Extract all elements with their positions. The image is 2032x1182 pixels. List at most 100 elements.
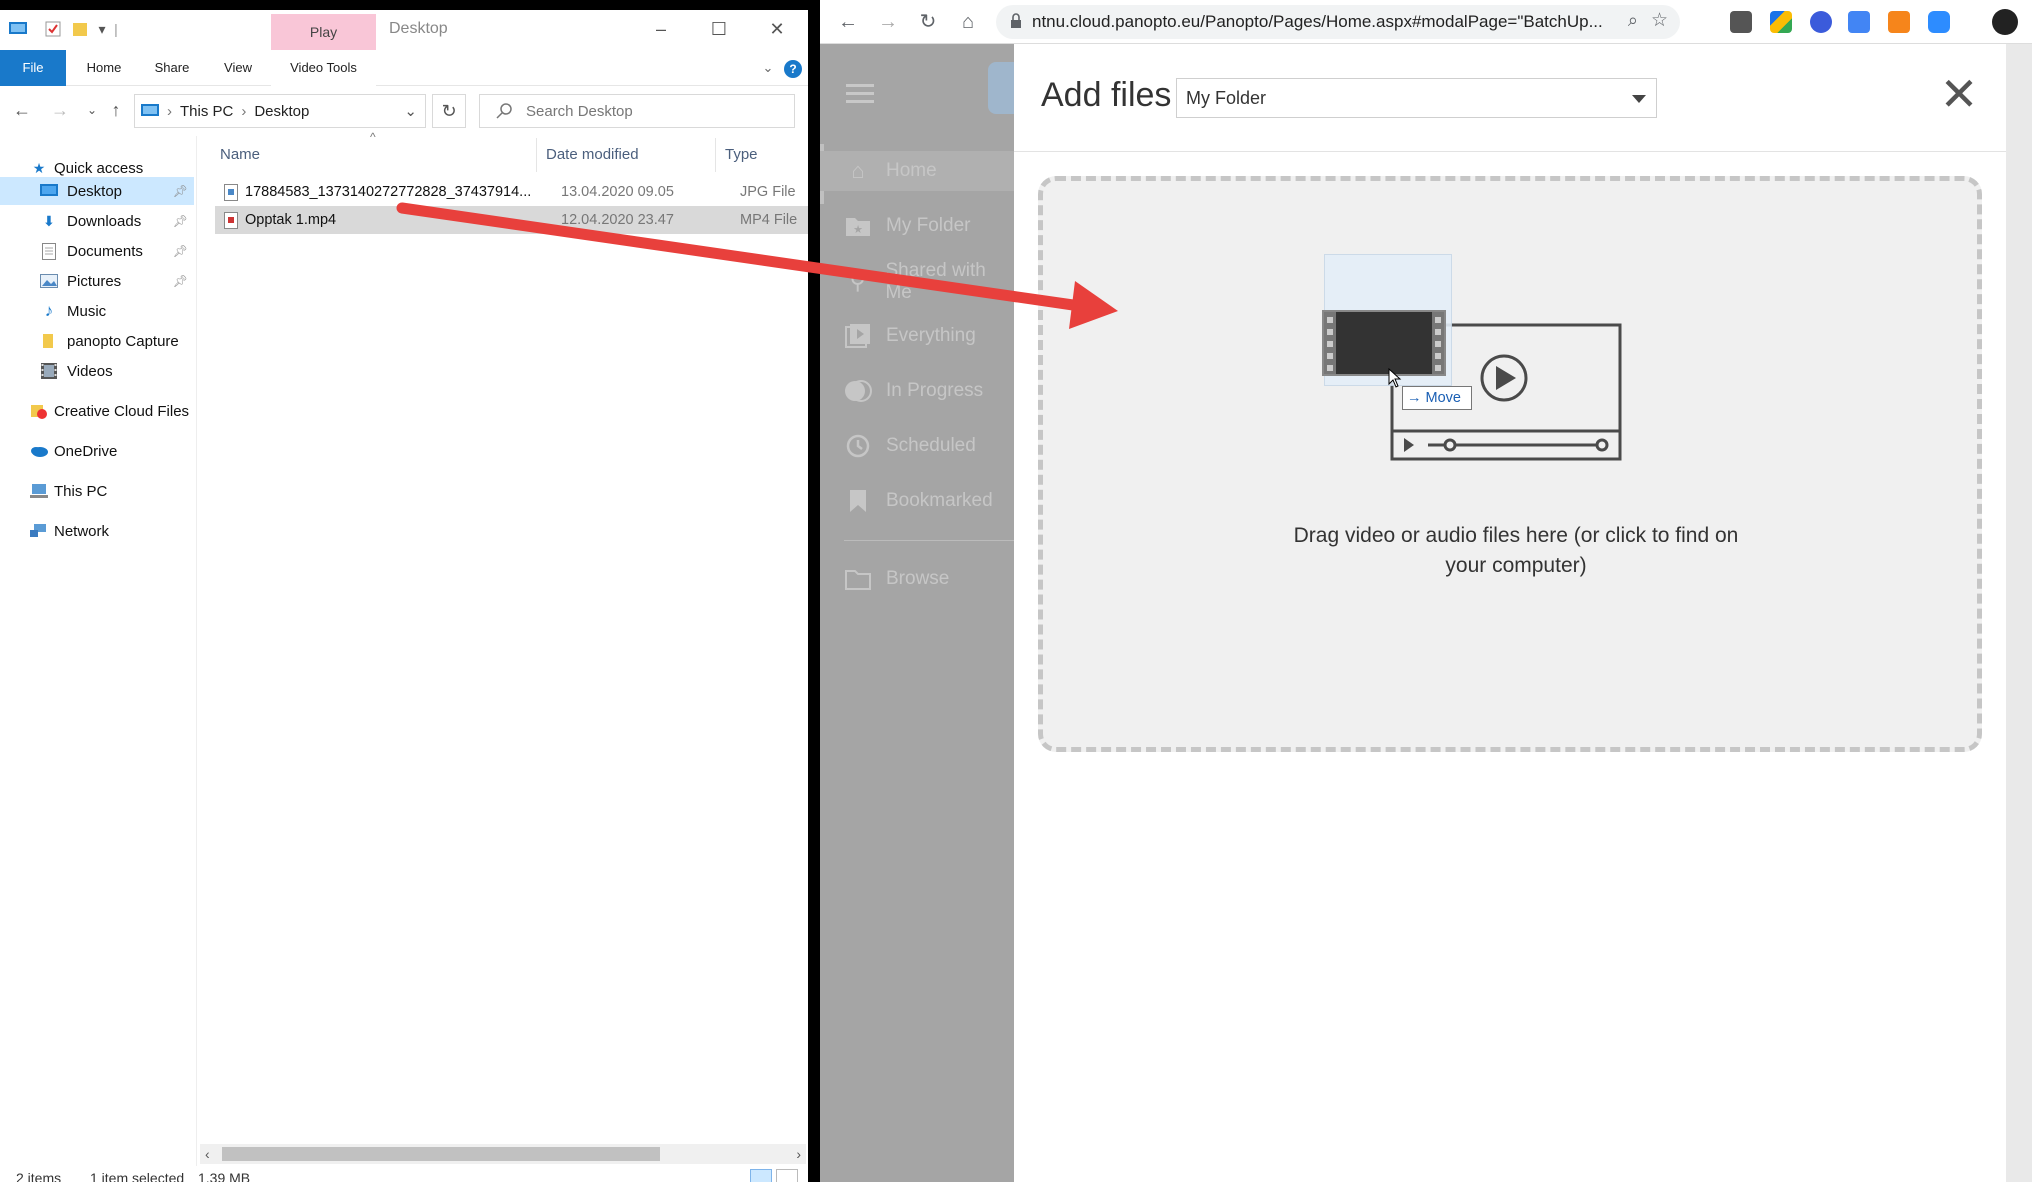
google-drive-icon[interactable] [1770,11,1792,33]
sidebar-item-in-progress[interactable]: In Progress [844,371,983,411]
nav-item-desktop[interactable]: Desktop 📌︎ [0,177,194,205]
back-icon[interactable]: ← [836,10,860,34]
address-field[interactable]: › This PC › Desktop ⌄ [134,94,426,128]
folder-select-value: My Folder [1186,88,1267,108]
recent-locations-icon[interactable]: ⌄ [80,98,104,122]
nav-onedrive[interactable]: OneDrive [0,437,194,465]
address-bar-row: ← → ⌄ ↑ › This PC › Desktop ⌄ ↻ [0,86,808,136]
pin-icon[interactable]: 📌︎ [173,184,188,198]
mouse-cursor-icon [1388,368,1402,388]
nav-item-music[interactable]: ♪ Music [0,297,194,325]
everything-icon [844,323,872,349]
help-icon[interactable]: ? [784,60,802,78]
maximize-icon[interactable]: ☐ [690,14,748,44]
google-translate-icon[interactable] [1848,11,1870,33]
pin-icon[interactable]: 📌︎ [173,214,188,228]
back-icon[interactable]: ← [10,98,34,122]
panopto-sidebar: ⌂ Home ★ My Folder ⚲ Shared with Me Everyth… [820,144,1015,1182]
scrollbar-thumb[interactable] [222,1147,660,1161]
column-divider[interactable] [715,138,716,172]
pin-icon[interactable]: 📌︎ [173,244,188,258]
column-header-name[interactable]: Name [220,136,540,174]
sidebar-item-my-folder[interactable]: ★ My Folder [844,206,970,246]
large-icons-view-icon[interactable] [776,1169,798,1182]
pin-icon[interactable]: 📌︎ [173,274,188,288]
pane-splitter[interactable] [196,136,197,1166]
nav-item-documents[interactable]: Documents 📌︎ [0,237,194,265]
onedrive-icon [30,442,48,460]
column-header-type[interactable]: Type [725,136,805,174]
nav-item-pictures[interactable]: Pictures 📌︎ [0,267,194,295]
scroll-left-icon[interactable]: ‹ [205,1144,210,1164]
drag-tooltip: → Move [1402,386,1472,410]
omnibox[interactable]: ntnu.cloud.panopto.eu/Panopto/Pages/Home… [996,5,1680,39]
extension-password-icon[interactable] [1730,11,1752,33]
forward-icon[interactable]: → [876,10,900,34]
search-box[interactable] [479,94,795,128]
desktop-icon [40,182,58,200]
nav-item-videos[interactable]: Videos [0,357,194,385]
zoom-icon[interactable]: ⌕ [1628,10,1638,31]
tab-play[interactable]: Play [271,14,376,50]
details-view-icon[interactable] [750,1169,772,1182]
tab-share[interactable]: Share [142,50,202,86]
sidebar-item-shared-with-me[interactable]: ⚲ Shared with Me [844,260,1015,303]
sidebar-item-home[interactable]: ⌂ Home [820,151,1015,191]
nav-this-pc[interactable]: This PC [0,477,194,505]
close-icon[interactable]: ✕ [1938,71,1980,117]
sidebar-item-browse[interactable]: Browse [844,559,949,599]
reload-icon[interactable]: ↻ [916,10,940,34]
up-icon[interactable]: ↑ [104,98,128,122]
search-input[interactable] [526,102,786,120]
nav-network[interactable]: Network [0,517,194,545]
properties-icon[interactable] [42,18,64,40]
videos-icon [40,362,58,380]
sidebar-item-everything[interactable]: Everything [844,316,976,356]
breadcrumb-desktop[interactable]: Desktop [254,103,309,120]
refresh-icon[interactable]: ↻ [432,94,466,128]
profile-avatar[interactable] [1992,9,2018,35]
metamask-fox-icon[interactable] [1888,11,1910,33]
search-icon [496,103,512,119]
customize-qat-icon[interactable]: ▾ [94,18,110,40]
file-row[interactable]: 17884583_1373140272772828_37437914... 13… [215,178,808,206]
tab-home[interactable]: Home [74,50,134,86]
address-dropdown-icon[interactable]: ⌄ [404,102,417,120]
modal-scroll-strip [2006,44,2032,1182]
hamburger-menu-icon[interactable] [846,84,874,104]
drag-file-ghost [1322,254,1454,388]
home-icon: ⌂ [851,158,865,183]
breadcrumb-this-pc[interactable]: This PC [180,103,233,120]
sidebar-item-bookmarked[interactable]: Bookmarked [844,481,993,521]
expand-ribbon-icon[interactable]: ⌄ [758,50,778,86]
tab-file[interactable]: File [0,50,66,86]
sidebar-item-scheduled[interactable]: Scheduled [844,426,976,466]
nav-creative-cloud-files[interactable]: Creative Cloud Files [0,397,194,425]
file-row-selected[interactable]: Opptak 1.mp4 12.04.2020 23.47 MP4 File [215,206,808,234]
column-divider[interactable] [536,138,537,172]
home-icon[interactable]: ⌂ [956,10,980,34]
scroll-right-icon[interactable]: › [796,1144,801,1164]
lock-icon [1011,13,1021,28]
tab-video-tools[interactable]: Video Tools [271,50,376,86]
new-folder-icon[interactable] [70,18,90,40]
documents-icon [40,242,58,260]
column-header-date[interactable]: Date modified [546,136,716,174]
horizontal-scrollbar[interactable]: ‹ › [200,1144,806,1164]
nav-item-downloads[interactable]: ⬇ Downloads 📌︎ [0,207,194,235]
bookmark-star-icon[interactable]: ☆ [1651,9,1668,32]
folder-icon [844,566,872,592]
forward-icon[interactable]: → [48,98,72,122]
bookmark-icon [844,488,872,514]
extension-shield-icon[interactable] [1810,11,1832,33]
minimize-icon[interactable]: – [632,14,690,44]
file-drop-zone[interactable]: Drag video or audio files here (or click… [1038,176,1982,752]
zoom-meetings-icon[interactable] [1928,11,1950,33]
close-icon[interactable]: ✕ [748,14,806,44]
folder-select[interactable]: My Folder [1176,78,1657,118]
modal-header: Add files to My Folder ✕ [1014,44,2006,152]
tab-view[interactable]: View [210,50,266,86]
music-icon: ♪ [44,301,54,320]
nav-item-panopto-capture[interactable]: panopto Capture [0,327,194,355]
share-icon: ⚲ [849,269,866,294]
